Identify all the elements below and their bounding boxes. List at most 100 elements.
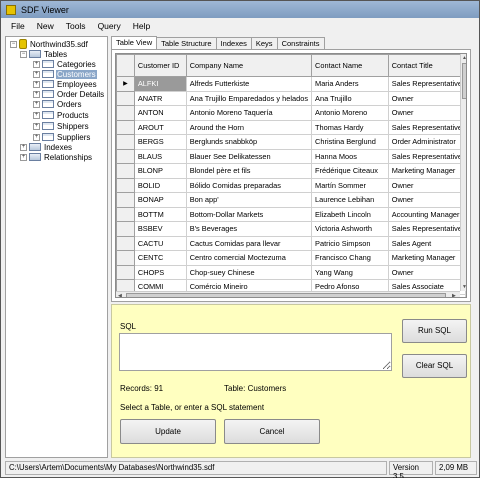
- row-header[interactable]: [116, 148, 135, 164]
- tree-table-shippers[interactable]: + Shippers: [33, 121, 90, 131]
- grid-cell[interactable]: Ana Trujillo Emparedados y helados: [185, 90, 313, 106]
- column-header-company-name[interactable]: Company Name: [185, 54, 313, 77]
- row-header[interactable]: [116, 235, 135, 251]
- grid-cell[interactable]: CACTU: [133, 235, 187, 251]
- grid-cell[interactable]: Francisco Chang: [311, 250, 389, 266]
- grid-cell[interactable]: Sales Agent: [387, 235, 466, 251]
- table-row[interactable]: CENTC Centro comercial Moctezuma Francisco…: [116, 250, 466, 266]
- expand-icon[interactable]: +: [33, 80, 40, 88]
- row-header[interactable]: [116, 90, 135, 106]
- grid-cell[interactable]: BSBEV: [133, 221, 187, 237]
- menu-new[interactable]: New: [31, 21, 60, 31]
- grid-cell[interactable]: Ana Trujillo: [311, 90, 389, 106]
- row-header[interactable]: [116, 134, 135, 150]
- grid-cell[interactable]: Bon app': [185, 192, 313, 208]
- tab-indexes[interactable]: Indexes: [215, 37, 252, 49]
- scroll-down-icon[interactable]: ▼: [462, 284, 466, 290]
- vertical-scroll-thumb[interactable]: [462, 63, 466, 99]
- grid-cell[interactable]: BLONP: [133, 163, 187, 179]
- grid-cell[interactable]: BLAUS: [133, 148, 187, 164]
- row-header[interactable]: [116, 163, 135, 179]
- tree-table-customers[interactable]: + Customers: [33, 69, 97, 79]
- tree-table-employees[interactable]: + Employees: [33, 79, 98, 89]
- grid-cell[interactable]: BONAP: [133, 192, 187, 208]
- tree-table-categories[interactable]: + Categories: [33, 59, 97, 69]
- grid-cell[interactable]: Cactus Comidas para llevar: [185, 235, 313, 251]
- grid-cell[interactable]: Sales Representative: [387, 76, 466, 92]
- tree-table-order-details[interactable]: + Order Details: [33, 89, 105, 99]
- expand-icon[interactable]: +: [20, 153, 27, 161]
- grid-cell[interactable]: Patricio Simpson: [311, 235, 389, 251]
- update-button[interactable]: Update: [120, 419, 216, 444]
- row-header[interactable]: [116, 105, 135, 121]
- grid-cell[interactable]: BOLID: [133, 177, 187, 193]
- grid-cell[interactable]: Martín Sommer: [311, 177, 389, 193]
- tree-tables[interactable]: − Tables: [20, 49, 68, 59]
- table-row[interactable]: CACTU Cactus Comidas para llevar Patricio …: [116, 235, 466, 251]
- menu-file[interactable]: File: [5, 21, 31, 31]
- table-row[interactable]: BSBEV B's Beverages Victoria Ashworth Sales…: [116, 221, 466, 237]
- menu-query[interactable]: Query: [92, 21, 127, 31]
- database-tree[interactable]: − Northwind35.sdf − Tables + Categories …: [5, 36, 108, 458]
- row-header[interactable]: [116, 192, 135, 208]
- expand-icon[interactable]: +: [33, 122, 40, 130]
- run-sql-button[interactable]: Run SQL: [402, 319, 467, 343]
- row-header[interactable]: [116, 206, 135, 222]
- tab-table-structure[interactable]: Table Structure: [156, 37, 217, 49]
- collapse-icon[interactable]: −: [20, 50, 27, 58]
- grid-cell[interactable]: CHOPS: [133, 264, 187, 280]
- grid-cell[interactable]: Owner: [387, 192, 466, 208]
- grid-cell[interactable]: Sales Representative: [387, 148, 466, 164]
- grid-cell[interactable]: ANATR: [133, 90, 187, 106]
- grid-cell[interactable]: Order Administrator: [387, 134, 466, 150]
- grid-cell[interactable]: Owner: [387, 177, 466, 193]
- grid-cell[interactable]: Antonio Moreno Taquería: [185, 105, 313, 121]
- grid-cell[interactable]: Maria Anders: [311, 76, 389, 92]
- expand-icon[interactable]: +: [33, 90, 40, 98]
- column-header-contact-title[interactable]: Contact Title: [387, 54, 466, 77]
- tree-root[interactable]: − Northwind35.sdf: [10, 39, 89, 49]
- menu-tools[interactable]: Tools: [60, 21, 92, 31]
- grid-cell[interactable]: Christina Berglund: [311, 134, 389, 150]
- tree-indexes[interactable]: + Indexes: [20, 142, 73, 152]
- scroll-up-icon[interactable]: ▲: [462, 55, 466, 61]
- tree-table-suppliers[interactable]: + Suppliers: [33, 132, 91, 142]
- grid-cell[interactable]: AROUT: [133, 119, 187, 135]
- expand-icon[interactable]: +: [33, 70, 40, 78]
- table-row[interactable]: BONAP Bon app' Laurence Lebihan Owner: [116, 192, 466, 208]
- grid-cell[interactable]: Owner: [387, 90, 466, 106]
- horizontal-scrollbar[interactable]: ◀ ▶: [116, 291, 460, 297]
- expand-icon[interactable]: +: [33, 100, 40, 108]
- table-row[interactable]: CHOPS Chop-suey Chinese Yang Wang Owner: [116, 264, 466, 280]
- menu-help[interactable]: Help: [127, 21, 156, 31]
- grid-cell[interactable]: Marketing Manager: [387, 163, 466, 179]
- grid-cell[interactable]: Alfreds Futterkiste: [185, 76, 313, 92]
- grid-cell[interactable]: BOTTM: [133, 206, 187, 222]
- grid-cell[interactable]: Sales Representative: [387, 221, 466, 237]
- grid-cell[interactable]: BERGS: [133, 134, 187, 150]
- tab-table-view[interactable]: Table View: [111, 36, 158, 49]
- grid-cell[interactable]: Yang Wang: [311, 264, 389, 280]
- tree-table-products[interactable]: + Products: [33, 110, 90, 120]
- table-row[interactable]: BOLID Bólido Comidas preparadas Martín Som…: [116, 177, 466, 193]
- row-header[interactable]: [116, 221, 135, 237]
- data-grid[interactable]: Customer ID Company Name Contact Name Co…: [115, 53, 467, 298]
- row-header[interactable]: [116, 119, 135, 135]
- column-header-customer-id[interactable]: Customer ID: [133, 54, 187, 77]
- collapse-icon[interactable]: −: [10, 40, 17, 48]
- grid-cell[interactable]: Hanna Moos: [311, 148, 389, 164]
- cancel-button[interactable]: Cancel: [224, 419, 320, 444]
- grid-cell[interactable]: Laurence Lebihan: [311, 192, 389, 208]
- grid-cell[interactable]: Berglunds snabbköp: [185, 134, 313, 150]
- grid-cell[interactable]: ANTON: [133, 105, 187, 121]
- row-header[interactable]: [116, 264, 135, 280]
- tab-keys[interactable]: Keys: [250, 37, 278, 49]
- expand-icon[interactable]: +: [33, 111, 40, 119]
- table-row[interactable]: ANTON Antonio Moreno Taquería Antonio More…: [116, 105, 466, 121]
- grid-cell[interactable]: Bólido Comidas preparadas: [185, 177, 313, 193]
- grid-cell[interactable]: Centro comercial Moctezuma: [185, 250, 313, 266]
- table-row[interactable]: BOTTM Bottom-Dollar Markets Elizabeth Linc…: [116, 206, 466, 222]
- grid-cell[interactable]: Elizabeth Lincoln: [311, 206, 389, 222]
- tab-constraints[interactable]: Constraints: [276, 37, 325, 49]
- grid-cell[interactable]: Chop-suey Chinese: [185, 264, 313, 280]
